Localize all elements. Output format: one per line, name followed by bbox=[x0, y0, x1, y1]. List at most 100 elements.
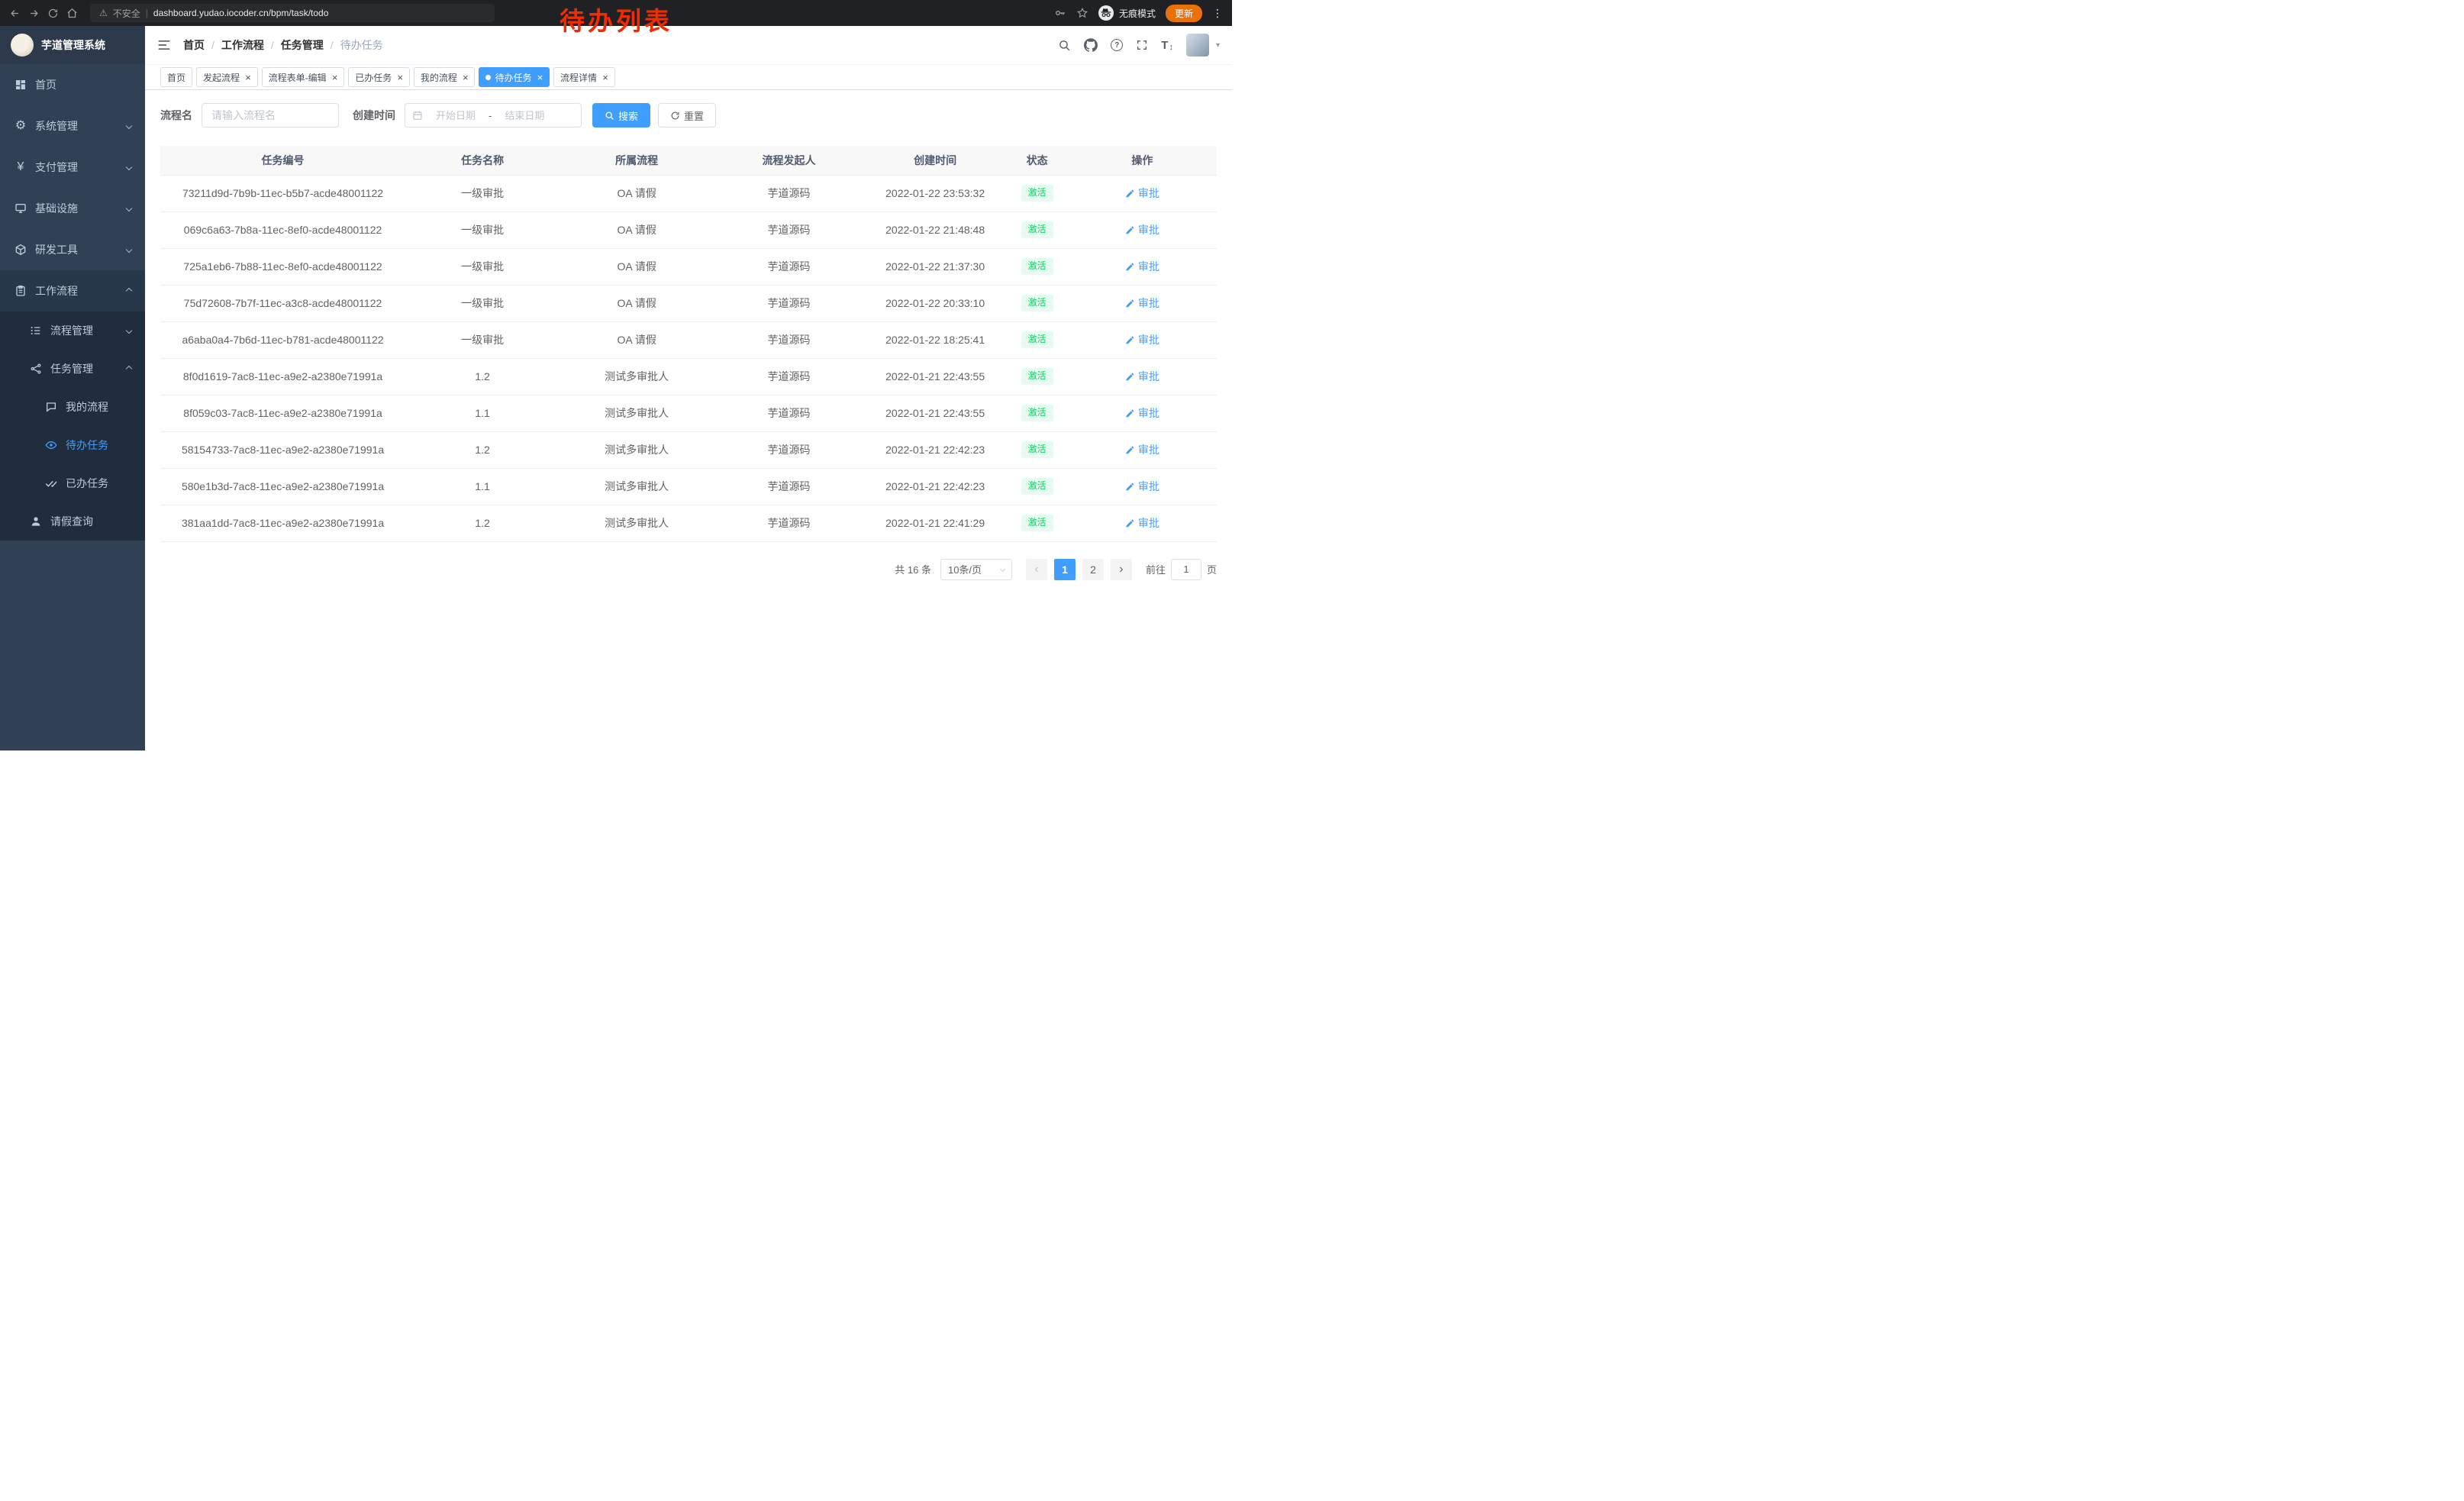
back-icon[interactable] bbox=[9, 8, 21, 19]
tab-close-icon[interactable]: × bbox=[537, 73, 543, 82]
sidebar-item-workflow[interactable]: 工作流程 bbox=[0, 270, 145, 311]
start-date-input[interactable] bbox=[426, 110, 485, 121]
tab-6[interactable]: 待办任务 × bbox=[479, 67, 550, 87]
page-button-2[interactable]: 2 bbox=[1082, 559, 1104, 580]
sidebar-item-label: 我的流程 bbox=[66, 399, 108, 415]
search-icon[interactable] bbox=[1058, 39, 1071, 52]
approve-link[interactable]: 审批 bbox=[1125, 405, 1159, 421]
sidebar-item-home[interactable]: 首页 bbox=[0, 64, 145, 105]
sidebar-item-process-mgmt[interactable]: 流程管理 bbox=[0, 311, 145, 350]
github-icon[interactable] bbox=[1084, 38, 1098, 52]
search-button-label: 搜索 bbox=[618, 108, 638, 123]
url-text: dashboard.yudao.iocoder.cn/bpm/task/todo bbox=[153, 8, 329, 18]
tab-7[interactable]: 流程详情× bbox=[553, 67, 615, 87]
create-time-label: 创建时间 bbox=[353, 108, 395, 123]
sidebar-item-system[interactable]: ⚙ 系统管理 bbox=[0, 105, 145, 147]
home-icon[interactable] bbox=[66, 8, 78, 19]
cell-task-name: 1.1 bbox=[405, 468, 560, 505]
sidebar-item-my-process[interactable]: 我的流程 bbox=[0, 388, 145, 426]
next-page-button[interactable]: › bbox=[1111, 559, 1132, 580]
breadcrumb-separator: / bbox=[271, 39, 274, 51]
cell-initiator: 芋道源码 bbox=[714, 248, 864, 285]
tab-close-icon[interactable]: × bbox=[397, 73, 403, 82]
sidebar-menu: 首页 ⚙ 系统管理 ¥ 支付管理 基础设施 bbox=[0, 64, 145, 541]
cell-process: 测试多审批人 bbox=[560, 395, 714, 431]
chevron-up-icon bbox=[126, 288, 132, 294]
tab-2[interactable]: 发起流程× bbox=[196, 67, 258, 87]
chrome-toolbar-right: 无痕模式 更新 ⋮ bbox=[1054, 5, 1223, 22]
reset-button[interactable]: 重置 bbox=[658, 103, 716, 128]
sidebar-item-payment[interactable]: ¥ 支付管理 bbox=[0, 147, 145, 188]
page-size-select[interactable]: 10条/页 bbox=[940, 559, 1012, 580]
approve-link[interactable]: 审批 bbox=[1125, 442, 1159, 457]
branch-icon bbox=[29, 363, 43, 375]
dashboard-icon bbox=[14, 79, 27, 91]
end-date-input[interactable] bbox=[495, 110, 554, 121]
font-size-icon[interactable]: T↕ bbox=[1161, 39, 1173, 52]
sidebar-item-done-tasks[interactable]: 已办任务 bbox=[0, 464, 145, 502]
calendar-icon bbox=[412, 110, 423, 121]
sidebar-item-devtools[interactable]: 研发工具 bbox=[0, 229, 145, 270]
goto-page-input[interactable] bbox=[1171, 559, 1201, 580]
approve-label: 审批 bbox=[1138, 369, 1159, 384]
cell-initiator: 芋道源码 bbox=[714, 395, 864, 431]
status-badge: 激活 bbox=[1021, 185, 1053, 202]
tab-3[interactable]: 流程表单-编辑× bbox=[262, 67, 345, 87]
tab-close-icon[interactable]: × bbox=[602, 73, 608, 82]
approve-link[interactable]: 审批 bbox=[1125, 369, 1159, 384]
help-icon[interactable]: ? bbox=[1111, 39, 1123, 51]
cell-status: 激活 bbox=[1007, 505, 1068, 541]
cell-task-id: 8f059c03-7ac8-11ec-a9e2-a2380e71991a bbox=[160, 395, 405, 431]
approve-link[interactable]: 审批 bbox=[1125, 332, 1159, 347]
approve-link[interactable]: 审批 bbox=[1125, 222, 1159, 237]
sidebar-item-todo-tasks[interactable]: 待办任务 bbox=[0, 426, 145, 464]
approve-link[interactable]: 审批 bbox=[1125, 295, 1159, 311]
approve-link[interactable]: 审批 bbox=[1125, 259, 1159, 274]
process-name-input[interactable] bbox=[202, 103, 339, 128]
breadcrumb-home[interactable]: 首页 bbox=[183, 37, 205, 53]
approve-label: 审批 bbox=[1138, 259, 1159, 274]
address-bar[interactable]: ⚠ 不安全 | dashboard.yudao.iocoder.cn/bpm/t… bbox=[90, 4, 495, 22]
page-button-1[interactable]: 1 bbox=[1054, 559, 1076, 580]
breadcrumb-workflow[interactable]: 工作流程 bbox=[221, 37, 264, 53]
fullscreen-icon[interactable] bbox=[1136, 39, 1148, 51]
key-icon[interactable] bbox=[1054, 7, 1066, 19]
approve-link[interactable]: 审批 bbox=[1125, 515, 1159, 531]
forward-icon[interactable] bbox=[28, 8, 40, 19]
tab-close-icon[interactable]: × bbox=[245, 73, 251, 82]
approve-label: 审批 bbox=[1138, 479, 1159, 494]
reload-icon[interactable] bbox=[47, 8, 59, 19]
tab-close-icon[interactable]: × bbox=[332, 73, 338, 82]
approve-link[interactable]: 审批 bbox=[1125, 186, 1159, 201]
cell-create-time: 2022-01-21 22:41:29 bbox=[864, 505, 1007, 541]
avatar-caret-icon[interactable]: ▾ bbox=[1216, 41, 1220, 50]
date-range-picker[interactable]: - bbox=[405, 103, 582, 128]
sidebar-item-leave-query[interactable]: 请假查询 bbox=[0, 502, 145, 541]
font-size-letter: T bbox=[1161, 39, 1168, 52]
cell-create-time: 2022-01-22 21:48:48 bbox=[864, 211, 1007, 248]
user-avatar[interactable] bbox=[1186, 34, 1209, 56]
more-menu-icon[interactable]: ⋮ bbox=[1212, 7, 1223, 20]
tab-label: 待办任务 bbox=[495, 71, 531, 84]
collapse-sidebar-icon[interactable] bbox=[157, 38, 171, 52]
cell-initiator: 芋道源码 bbox=[714, 431, 864, 468]
tab-label: 已办任务 bbox=[355, 71, 392, 84]
search-button[interactable]: 搜索 bbox=[592, 103, 650, 128]
tab-4[interactable]: 已办任务 × bbox=[348, 67, 410, 87]
status-badge: 激活 bbox=[1021, 221, 1053, 238]
sidebar-item-task-mgmt[interactable]: 任务管理 bbox=[0, 350, 145, 388]
breadcrumb-task-mgmt[interactable]: 任务管理 bbox=[281, 37, 324, 53]
prev-page-button[interactable]: ‹ bbox=[1026, 559, 1047, 580]
update-button[interactable]: 更新 bbox=[1166, 5, 1202, 22]
tab-1[interactable]: 首页 bbox=[160, 67, 192, 87]
approve-label: 审批 bbox=[1138, 405, 1159, 421]
tab-5[interactable]: 我的流程× bbox=[414, 67, 476, 87]
sidebar-item-infra[interactable]: 基础设施 bbox=[0, 188, 145, 229]
approve-link[interactable]: 审批 bbox=[1125, 479, 1159, 494]
sidebar-item-label: 基础设施 bbox=[35, 201, 78, 216]
cell-action: 审批 bbox=[1068, 395, 1217, 431]
col-initiator: 流程发起人 bbox=[714, 146, 864, 175]
star-icon[interactable] bbox=[1076, 7, 1088, 19]
sidebar-item-label: 已办任务 bbox=[66, 476, 108, 491]
tab-close-icon[interactable]: × bbox=[463, 73, 469, 82]
